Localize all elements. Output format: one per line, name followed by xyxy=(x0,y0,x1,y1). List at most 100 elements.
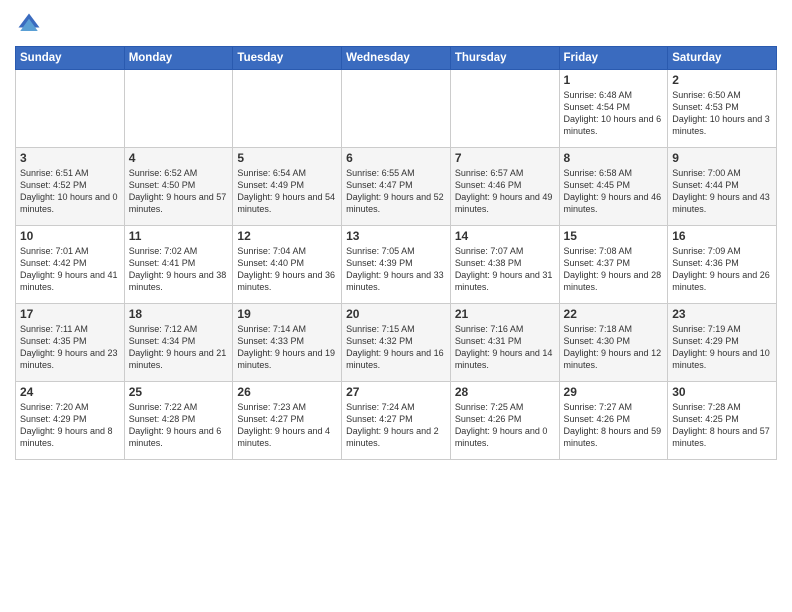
weekday-header-tuesday: Tuesday xyxy=(233,47,342,70)
calendar-cell: 24 Sunrise: 7:20 AM Sunset: 4:29 PM Dayli… xyxy=(16,382,125,460)
day-info: Sunrise: 7:28 AM Sunset: 4:25 PM Dayligh… xyxy=(672,401,772,450)
day-number: 15 xyxy=(564,229,664,243)
day-number: 23 xyxy=(672,307,772,321)
day-number: 13 xyxy=(346,229,446,243)
calendar-cell: 23 Sunrise: 7:19 AM Sunset: 4:29 PM Dayli… xyxy=(668,304,777,382)
calendar-cell: 5 Sunrise: 6:54 AM Sunset: 4:49 PM Daylig… xyxy=(233,148,342,226)
calendar-week-3: 10 Sunrise: 7:01 AM Sunset: 4:42 PM Dayli… xyxy=(16,226,777,304)
day-info: Sunrise: 7:18 AM Sunset: 4:30 PM Dayligh… xyxy=(564,323,664,372)
calendar-cell xyxy=(450,70,559,148)
day-number: 16 xyxy=(672,229,772,243)
day-number: 27 xyxy=(346,385,446,399)
day-number: 8 xyxy=(564,151,664,165)
calendar-cell: 2 Sunrise: 6:50 AM Sunset: 4:53 PM Daylig… xyxy=(668,70,777,148)
calendar-header: SundayMondayTuesdayWednesdayThursdayFrid… xyxy=(16,47,777,70)
day-info: Sunrise: 7:23 AM Sunset: 4:27 PM Dayligh… xyxy=(237,401,337,450)
day-number: 2 xyxy=(672,73,772,87)
calendar-cell: 17 Sunrise: 7:11 AM Sunset: 4:35 PM Dayli… xyxy=(16,304,125,382)
day-number: 21 xyxy=(455,307,555,321)
day-number: 17 xyxy=(20,307,120,321)
day-number: 25 xyxy=(129,385,229,399)
day-info: Sunrise: 7:14 AM Sunset: 4:33 PM Dayligh… xyxy=(237,323,337,372)
calendar-cell: 22 Sunrise: 7:18 AM Sunset: 4:30 PM Dayli… xyxy=(559,304,668,382)
day-info: Sunrise: 7:12 AM Sunset: 4:34 PM Dayligh… xyxy=(129,323,229,372)
calendar-cell xyxy=(16,70,125,148)
day-info: Sunrise: 7:20 AM Sunset: 4:29 PM Dayligh… xyxy=(20,401,120,450)
calendar-week-1: 1 Sunrise: 6:48 AM Sunset: 4:54 PM Daylig… xyxy=(16,70,777,148)
day-info: Sunrise: 6:54 AM Sunset: 4:49 PM Dayligh… xyxy=(237,167,337,216)
day-info: Sunrise: 6:48 AM Sunset: 4:54 PM Dayligh… xyxy=(564,89,664,138)
page: SundayMondayTuesdayWednesdayThursdayFrid… xyxy=(0,0,792,612)
weekday-header-sunday: Sunday xyxy=(16,47,125,70)
day-info: Sunrise: 7:01 AM Sunset: 4:42 PM Dayligh… xyxy=(20,245,120,294)
calendar-cell: 3 Sunrise: 6:51 AM Sunset: 4:52 PM Daylig… xyxy=(16,148,125,226)
calendar-cell: 12Sunrise: 7:04 AM Sunset: 4:40 PM Dayli… xyxy=(233,226,342,304)
day-number: 1 xyxy=(564,73,664,87)
day-number: 10 xyxy=(20,229,120,243)
calendar-cell: 8 Sunrise: 6:58 AM Sunset: 4:45 PM Daylig… xyxy=(559,148,668,226)
calendar-cell: 1 Sunrise: 6:48 AM Sunset: 4:54 PM Daylig… xyxy=(559,70,668,148)
day-info: Sunrise: 7:22 AM Sunset: 4:28 PM Dayligh… xyxy=(129,401,229,450)
day-info: Sunrise: 7:16 AM Sunset: 4:31 PM Dayligh… xyxy=(455,323,555,372)
calendar-cell: 10 Sunrise: 7:01 AM Sunset: 4:42 PM Dayli… xyxy=(16,226,125,304)
day-info: Sunrise: 7:15 AM Sunset: 4:32 PM Dayligh… xyxy=(346,323,446,372)
weekday-header-friday: Friday xyxy=(559,47,668,70)
calendar-cell xyxy=(233,70,342,148)
day-info: Sunrise: 7:19 AM Sunset: 4:29 PM Dayligh… xyxy=(672,323,772,372)
calendar-cell: 30 Sunrise: 7:28 AM Sunset: 4:25 PM Dayli… xyxy=(668,382,777,460)
day-number: 14 xyxy=(455,229,555,243)
calendar-cell: 26Sunrise: 7:23 AM Sunset: 4:27 PM Dayli… xyxy=(233,382,342,460)
day-info: Sunrise: 6:50 AM Sunset: 4:53 PM Dayligh… xyxy=(672,89,772,138)
calendar-cell: 13 Sunrise: 7:05 AM Sunset: 4:39 PM Dayli… xyxy=(342,226,451,304)
day-number: 5 xyxy=(237,151,337,165)
calendar-cell: 27Sunrise: 7:24 AM Sunset: 4:27 PM Dayli… xyxy=(342,382,451,460)
day-number: 28 xyxy=(455,385,555,399)
day-number: 6 xyxy=(346,151,446,165)
day-number: 20 xyxy=(346,307,446,321)
calendar-cell: 14Sunrise: 7:07 AM Sunset: 4:38 PM Dayli… xyxy=(450,226,559,304)
calendar-cell: 16Sunrise: 7:09 AM Sunset: 4:36 PM Dayli… xyxy=(668,226,777,304)
day-info: Sunrise: 7:02 AM Sunset: 4:41 PM Dayligh… xyxy=(129,245,229,294)
calendar-cell: 21 Sunrise: 7:16 AM Sunset: 4:31 PM Dayli… xyxy=(450,304,559,382)
calendar-table: SundayMondayTuesdayWednesdayThursdayFrid… xyxy=(15,46,777,460)
calendar-cell: 6 Sunrise: 6:55 AM Sunset: 4:47 PM Daylig… xyxy=(342,148,451,226)
day-info: Sunrise: 7:08 AM Sunset: 4:37 PM Dayligh… xyxy=(564,245,664,294)
header-row: SundayMondayTuesdayWednesdayThursdayFrid… xyxy=(16,47,777,70)
day-number: 30 xyxy=(672,385,772,399)
day-info: Sunrise: 6:51 AM Sunset: 4:52 PM Dayligh… xyxy=(20,167,120,216)
day-info: Sunrise: 6:57 AM Sunset: 4:46 PM Dayligh… xyxy=(455,167,555,216)
day-number: 3 xyxy=(20,151,120,165)
day-info: Sunrise: 6:58 AM Sunset: 4:45 PM Dayligh… xyxy=(564,167,664,216)
calendar-cell: 4Sunrise: 6:52 AM Sunset: 4:50 PM Daylig… xyxy=(124,148,233,226)
calendar-week-2: 3 Sunrise: 6:51 AM Sunset: 4:52 PM Daylig… xyxy=(16,148,777,226)
day-number: 22 xyxy=(564,307,664,321)
calendar-cell: 11 Sunrise: 7:02 AM Sunset: 4:41 PM Dayli… xyxy=(124,226,233,304)
day-info: Sunrise: 6:55 AM Sunset: 4:47 PM Dayligh… xyxy=(346,167,446,216)
logo-icon xyxy=(15,10,43,38)
calendar-cell: 25 Sunrise: 7:22 AM Sunset: 4:28 PM Dayli… xyxy=(124,382,233,460)
weekday-header-monday: Monday xyxy=(124,47,233,70)
weekday-header-saturday: Saturday xyxy=(668,47,777,70)
day-number: 29 xyxy=(564,385,664,399)
calendar-body: 1 Sunrise: 6:48 AM Sunset: 4:54 PM Daylig… xyxy=(16,70,777,460)
calendar-cell: 28 Sunrise: 7:25 AM Sunset: 4:26 PM Dayli… xyxy=(450,382,559,460)
calendar-cell: 29Sunrise: 7:27 AM Sunset: 4:26 PM Dayli… xyxy=(559,382,668,460)
calendar-cell: 18 Sunrise: 7:12 AM Sunset: 4:34 PM Dayli… xyxy=(124,304,233,382)
calendar-week-4: 17 Sunrise: 7:11 AM Sunset: 4:35 PM Dayli… xyxy=(16,304,777,382)
day-number: 18 xyxy=(129,307,229,321)
day-number: 11 xyxy=(129,229,229,243)
calendar-cell xyxy=(124,70,233,148)
logo xyxy=(15,10,47,38)
calendar-cell: 20 Sunrise: 7:15 AM Sunset: 4:32 PM Dayli… xyxy=(342,304,451,382)
weekday-header-wednesday: Wednesday xyxy=(342,47,451,70)
day-info: Sunrise: 7:05 AM Sunset: 4:39 PM Dayligh… xyxy=(346,245,446,294)
calendar-cell: 19 Sunrise: 7:14 AM Sunset: 4:33 PM Dayli… xyxy=(233,304,342,382)
day-info: Sunrise: 6:52 AM Sunset: 4:50 PM Dayligh… xyxy=(129,167,229,216)
day-info: Sunrise: 7:11 AM Sunset: 4:35 PM Dayligh… xyxy=(20,323,120,372)
day-number: 24 xyxy=(20,385,120,399)
calendar-cell: 15 Sunrise: 7:08 AM Sunset: 4:37 PM Dayli… xyxy=(559,226,668,304)
day-info: Sunrise: 7:04 AM Sunset: 4:40 PM Dayligh… xyxy=(237,245,337,294)
day-number: 19 xyxy=(237,307,337,321)
day-info: Sunrise: 7:25 AM Sunset: 4:26 PM Dayligh… xyxy=(455,401,555,450)
weekday-header-thursday: Thursday xyxy=(450,47,559,70)
